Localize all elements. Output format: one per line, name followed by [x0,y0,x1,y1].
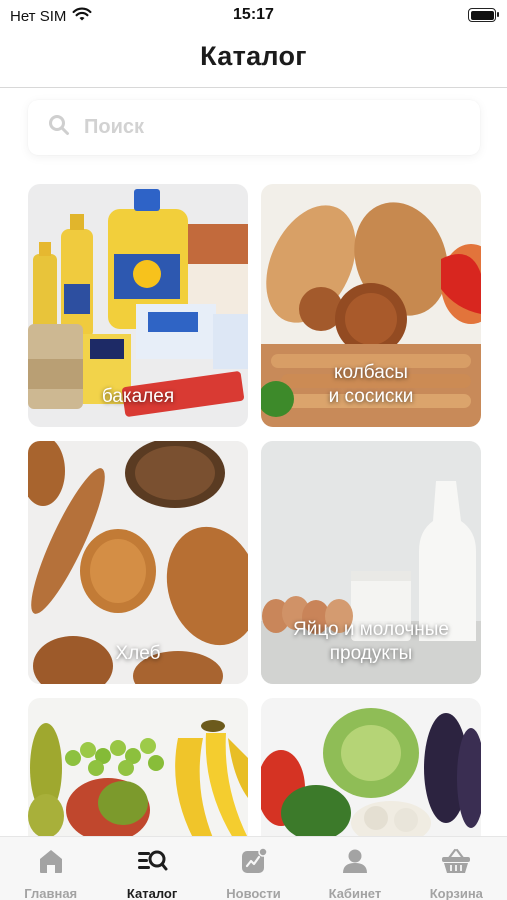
tab-label: Кабинет [328,886,382,900]
tab-label: Новости [226,886,281,900]
page-title: Каталог [200,41,307,71]
vegetables-image [261,708,481,838]
category-tile-vegetables[interactable] [261,698,481,838]
category-tile-sausages[interactable]: колбасы и сосиски [261,184,481,427]
tab-news[interactable]: Новости [203,837,304,900]
category-tile-dairy[interactable]: Яйцо и молочные продукты [261,441,481,684]
search-icon [48,114,70,141]
tab-home[interactable]: Главная [0,837,101,900]
category-label: Хлеб [115,643,161,664]
search-bar[interactable] [28,100,480,155]
category-label: колбасы и сосиски [328,362,414,407]
home-icon [36,847,66,880]
status-time: 15:17 [233,6,274,23]
tab-catalog[interactable]: Каталог [101,837,202,900]
tab-label: Каталог [126,886,178,900]
status-bar: Нет SIM 15:17 [0,0,507,32]
category-tile-fruits[interactable] [28,698,248,838]
tab-label: Главная [24,886,78,900]
catalog-search-icon [136,847,168,880]
tab-label: Корзина [429,886,483,900]
tab-cart[interactable]: Корзина [406,837,507,900]
user-icon [340,847,370,880]
tab-bar: Главная Каталог Новости Кабинет Корзина [0,836,507,900]
tab-account[interactable]: Кабинет [304,837,405,900]
news-icon [239,847,269,880]
category-label: бакалея [101,386,175,407]
category-tile-grocery[interactable]: бакалея [28,184,248,427]
search-input[interactable] [84,116,444,139]
battery-icon [468,8,499,22]
category-label: Яйцо и молочные продукты [292,619,450,664]
fruits-image [28,720,248,838]
nav-header: Каталог [0,32,507,88]
basket-icon [440,847,472,880]
category-tile-bread[interactable]: Хлеб [28,441,248,684]
